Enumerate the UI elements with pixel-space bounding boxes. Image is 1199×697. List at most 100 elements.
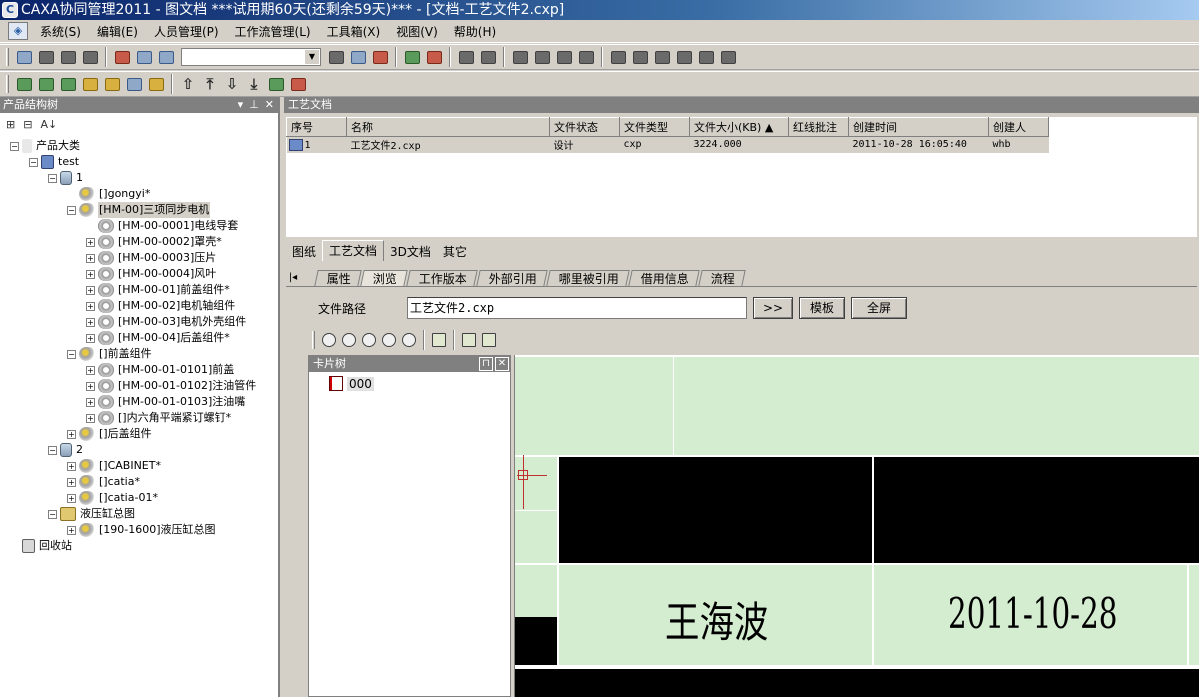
dropdown-icon[interactable]: ▾ bbox=[238, 97, 244, 113]
fullscreen-button[interactable]: 全屏 bbox=[851, 297, 907, 319]
tree-node[interactable]: + []内六角平端紧订螺钉* bbox=[0, 410, 278, 426]
expand-toggle-icon[interactable]: + bbox=[86, 285, 95, 295]
part-icon[interactable] bbox=[58, 74, 78, 94]
collapse-toggle-icon[interactable]: − bbox=[29, 157, 38, 167]
col-size[interactable]: 文件大小(KB) ▲ bbox=[689, 117, 789, 137]
tree-node[interactable]: − [HM-00]三项同步电机 bbox=[0, 202, 278, 218]
save-doc-icon[interactable] bbox=[58, 47, 78, 67]
refresh-icon[interactable] bbox=[399, 330, 419, 350]
menu-edit[interactable]: 编辑(E) bbox=[89, 23, 146, 40]
toolbar-grip[interactable] bbox=[6, 48, 9, 66]
collapse-toggle-icon[interactable]: − bbox=[48, 509, 57, 519]
col-name[interactable]: 名称 bbox=[346, 117, 550, 137]
add-item-icon[interactable] bbox=[402, 47, 422, 67]
tree-node[interactable]: + [HM-00-01]前盖组件* bbox=[0, 282, 278, 298]
doc-link-icon[interactable] bbox=[124, 74, 144, 94]
chevron-down-icon[interactable]: ▼ bbox=[305, 50, 319, 64]
move-up-icon[interactable]: ⇧ bbox=[178, 74, 198, 94]
drawing-canvas[interactable]: 王海波 2011-10-28 bbox=[514, 355, 1199, 697]
menu-view[interactable]: 视图(V) bbox=[388, 23, 446, 40]
tab-where-used[interactable]: 哪里被引用 bbox=[546, 270, 630, 286]
move-icon[interactable] bbox=[608, 47, 628, 67]
browse-icon[interactable] bbox=[652, 47, 672, 67]
expand-toggle-icon[interactable]: + bbox=[86, 365, 95, 375]
close-icon[interactable]: ✕ bbox=[495, 357, 509, 371]
menu-system[interactable]: 系统(S) bbox=[32, 23, 89, 40]
search-icon[interactable] bbox=[348, 47, 368, 67]
tree-node[interactable]: [HM-00-0001]电线导套 bbox=[0, 218, 278, 234]
find-icon[interactable] bbox=[326, 47, 346, 67]
expand-toggle-icon[interactable]: + bbox=[67, 461, 76, 471]
close-icon[interactable]: ✕ bbox=[265, 97, 274, 113]
expand-toggle-icon[interactable]: + bbox=[86, 253, 95, 263]
tab-borrow-info[interactable]: 借用信息 bbox=[628, 270, 700, 286]
col-status[interactable]: 文件状态 bbox=[549, 117, 620, 137]
cut-icon[interactable] bbox=[112, 47, 132, 67]
options-icon[interactable] bbox=[718, 47, 738, 67]
zoom-out-icon[interactable] bbox=[379, 330, 399, 350]
collapse-toggle-icon[interactable]: − bbox=[10, 141, 19, 151]
delete-list-icon[interactable] bbox=[288, 74, 308, 94]
expand-toggle-icon[interactable]: + bbox=[86, 317, 95, 327]
table-row[interactable]: 1 工艺文件2.cxp 设计 cxp 3224.000 2011-10-28 1… bbox=[286, 136, 1049, 153]
assembly-icon[interactable] bbox=[80, 74, 100, 94]
collapse-toggle-icon[interactable]: − bbox=[48, 445, 57, 455]
zoom-window-icon[interactable] bbox=[359, 330, 379, 350]
release-icon[interactable] bbox=[554, 47, 574, 67]
menu-help[interactable]: 帮助(H) bbox=[446, 23, 504, 40]
tree-node[interactable]: + [HM-00-01-0101]前盖 bbox=[0, 362, 278, 378]
expand-toggle-icon[interactable]: + bbox=[86, 333, 95, 343]
tree-node[interactable]: + []catia* bbox=[0, 474, 278, 490]
zoom-in-icon[interactable] bbox=[339, 330, 359, 350]
expand-toggle-icon[interactable]: + bbox=[86, 237, 95, 247]
tab-working-version[interactable]: 工作版本 bbox=[406, 270, 478, 286]
checkbox-icon[interactable] bbox=[429, 330, 449, 350]
tree-node[interactable]: − 液压缸总图 bbox=[0, 506, 278, 522]
tree-node[interactable]: + []后盖组件 bbox=[0, 426, 278, 442]
collapse-toggle-icon[interactable]: − bbox=[67, 349, 76, 359]
tab-other[interactable]: 其它 bbox=[437, 243, 473, 261]
tab-properties[interactable]: 属性 bbox=[314, 270, 362, 286]
menu-workflow[interactable]: 工作流管理(L) bbox=[227, 23, 319, 40]
col-created[interactable]: 创建时间 bbox=[848, 117, 989, 137]
paste-icon[interactable] bbox=[156, 47, 176, 67]
tree-node[interactable]: + [HM-00-04]后盖组件* bbox=[0, 330, 278, 346]
collapse-icon[interactable]: ⊟ bbox=[23, 118, 32, 131]
link-icon[interactable] bbox=[630, 47, 650, 67]
settings-icon[interactable] bbox=[696, 47, 716, 67]
tree-node[interactable]: 回收站 bbox=[0, 538, 278, 554]
expand-toggle-icon[interactable]: + bbox=[86, 397, 95, 407]
ruler-icon[interactable] bbox=[459, 330, 479, 350]
expand-toggle-icon[interactable]: + bbox=[86, 269, 95, 279]
col-index[interactable]: 序号 bbox=[286, 117, 347, 137]
print-icon[interactable] bbox=[80, 47, 100, 67]
tree-node[interactable]: + [HM-00-0003]压片 bbox=[0, 250, 278, 266]
move-bottom-icon[interactable]: ⤓ bbox=[244, 74, 264, 94]
sort-icon[interactable]: A↓ bbox=[40, 118, 57, 131]
pan-icon[interactable] bbox=[319, 330, 339, 350]
col-creator[interactable]: 创建人 bbox=[988, 117, 1049, 137]
tree-node[interactable]: + [HM-00-02]电机轴组件 bbox=[0, 298, 278, 314]
tab-3d-docs[interactable]: 3D文档 bbox=[384, 243, 437, 261]
tab-browse[interactable]: 浏览 bbox=[360, 270, 408, 286]
expand-toggle-icon[interactable]: + bbox=[67, 429, 76, 439]
col-type[interactable]: 文件类型 bbox=[619, 117, 690, 137]
toolbar-combo[interactable]: ▼ bbox=[181, 48, 321, 66]
tab-process-docs[interactable]: 工艺文档 bbox=[322, 240, 385, 261]
tab-workflow[interactable]: 流程 bbox=[698, 270, 746, 286]
tree-node[interactable]: + [HM-00-01-0102]注油管件 bbox=[0, 378, 278, 394]
tab-external-refs[interactable]: 外部引用 bbox=[476, 270, 548, 286]
history-icon[interactable] bbox=[674, 47, 694, 67]
collapse-toggle-icon[interactable]: − bbox=[67, 205, 76, 215]
tree-node[interactable]: + []catia-01* bbox=[0, 490, 278, 506]
new-doc-icon[interactable] bbox=[14, 47, 34, 67]
lock-icon[interactable] bbox=[510, 47, 530, 67]
product-icon[interactable] bbox=[102, 74, 122, 94]
pin-icon[interactable]: ⊓ bbox=[479, 357, 493, 371]
tree-node[interactable]: − 产品大类 bbox=[0, 138, 278, 154]
move-top-icon[interactable]: ⤒ bbox=[200, 74, 220, 94]
check-list-icon[interactable] bbox=[266, 74, 286, 94]
tree-node[interactable]: + [190-1600]液压缸总图 bbox=[0, 522, 278, 538]
copy-icon[interactable] bbox=[134, 47, 154, 67]
tree-node[interactable]: + [HM-00-03]电机外壳组件 bbox=[0, 314, 278, 330]
